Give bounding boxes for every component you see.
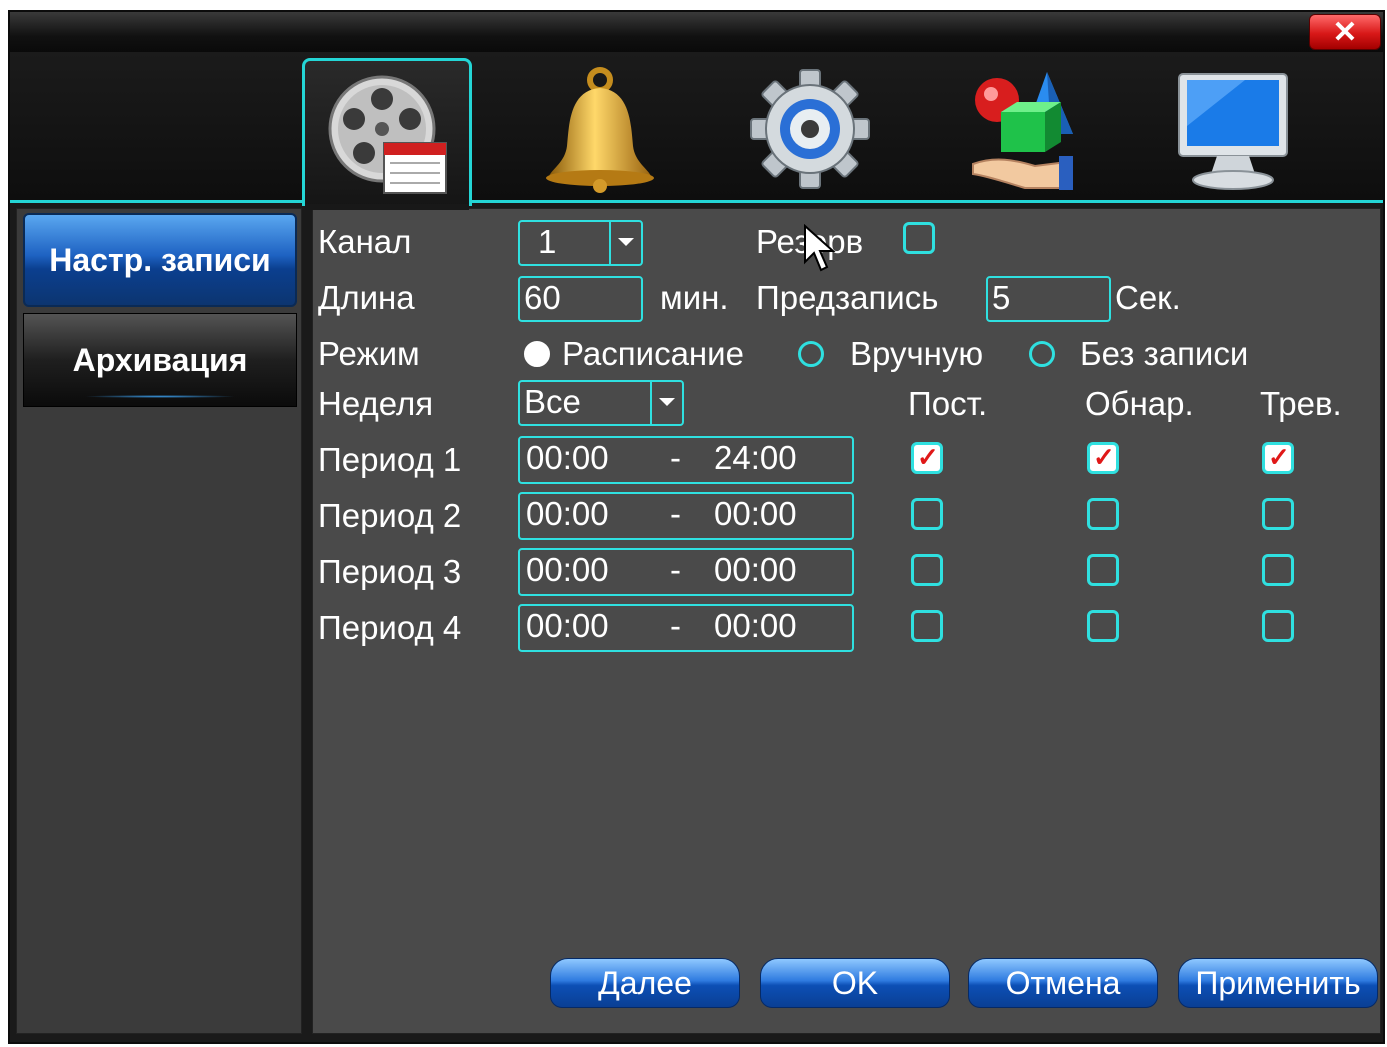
ok-button[interactable]: OK: [760, 958, 950, 1008]
tab-bar: [10, 52, 1383, 210]
bell-icon: [546, 67, 654, 193]
close-icon: ✕: [1332, 15, 1358, 49]
shapes-icon: [972, 72, 1073, 190]
period-start: 00:00: [526, 607, 609, 644]
apply-button[interactable]: Применить: [1178, 958, 1378, 1008]
mode-off-label: Без записи: [1080, 335, 1249, 372]
next-button[interactable]: Далее: [550, 958, 740, 1008]
period-4-label: Период 4: [318, 609, 462, 646]
period-2-alarm-checkbox[interactable]: [1262, 498, 1294, 530]
tab-info[interactable]: [1145, 58, 1315, 200]
period-1-constant-checkbox[interactable]: [911, 442, 943, 474]
mode-schedule-label: Расписание: [562, 335, 744, 372]
mode-label: Режим: [318, 335, 420, 372]
channel-select[interactable]: 1: [518, 220, 643, 266]
prerecord-unit: Сек.: [1115, 279, 1181, 316]
week-label: Неделя: [318, 385, 434, 422]
sidebar-item-record-settings[interactable]: Настр. записи: [23, 213, 297, 307]
tab-advanced[interactable]: [935, 58, 1105, 200]
period-1-detect-checkbox[interactable]: [1087, 442, 1119, 474]
period-end: 00:00: [714, 495, 797, 532]
title-bar: ✕: [10, 12, 1383, 52]
period-start: 00:00: [526, 551, 609, 588]
sidebar-item-backup[interactable]: Архивация: [23, 313, 297, 407]
sidebar-item-label: Архивация: [72, 341, 248, 378]
mode-schedule-radio[interactable]: [524, 341, 550, 367]
sidebar-item-label: Настр. записи: [49, 241, 271, 278]
length-label: Длина: [318, 279, 415, 316]
mode-manual-label: Вручную: [850, 335, 984, 372]
cancel-button[interactable]: Отмена: [968, 958, 1158, 1008]
period-end: 24:00: [714, 439, 797, 476]
period-end: 00:00: [714, 607, 797, 644]
period-1-label: Период 1: [318, 441, 462, 478]
period-3-detect-checkbox[interactable]: [1087, 554, 1119, 586]
period-3-alarm-checkbox[interactable]: [1262, 554, 1294, 586]
period-2-time[interactable]: 00:00 - 00:00: [518, 492, 854, 540]
period-2-label: Период 2: [318, 497, 462, 534]
col-alarm: Трев.: [1260, 385, 1342, 422]
period-end: 00:00: [714, 551, 797, 588]
tab-system[interactable]: [725, 58, 895, 200]
col-constant: Пост.: [908, 385, 988, 422]
period-separator: -: [670, 439, 681, 476]
mode-off-radio[interactable]: [1029, 341, 1055, 367]
period-4-detect-checkbox[interactable]: [1087, 610, 1119, 642]
chevron-down-icon[interactable]: [650, 382, 682, 424]
period-3-constant-checkbox[interactable]: [911, 554, 943, 586]
period-4-constant-checkbox[interactable]: [911, 610, 943, 642]
week-value: Все: [524, 383, 581, 420]
reserve-checkbox[interactable]: [903, 222, 935, 254]
period-3-label: Период 3: [318, 553, 462, 590]
chevron-down-icon[interactable]: [609, 222, 641, 264]
period-4-time[interactable]: 00:00 - 00:00: [518, 604, 854, 652]
period-separator: -: [670, 495, 681, 532]
week-select[interactable]: Все: [518, 380, 684, 426]
length-input[interactable]: 60: [518, 276, 643, 322]
period-separator: -: [670, 607, 681, 644]
prerecord-input[interactable]: 5: [986, 276, 1111, 322]
gear-icon: [750, 69, 870, 189]
close-button[interactable]: ✕: [1309, 14, 1381, 50]
monitor-icon: [1178, 73, 1288, 190]
prerecord-label: Предзапись: [756, 279, 939, 316]
period-1-alarm-checkbox[interactable]: [1262, 442, 1294, 474]
period-1-time[interactable]: 00:00 - 24:00: [518, 436, 854, 484]
period-3-time[interactable]: 00:00 - 00:00: [518, 548, 854, 596]
col-detect: Обнар.: [1085, 385, 1194, 422]
mode-manual-radio[interactable]: [798, 341, 824, 367]
period-start: 00:00: [526, 495, 609, 532]
length-unit: мин.: [660, 279, 729, 316]
tab-record[interactable]: [302, 58, 472, 210]
tab-alarm[interactable]: [515, 58, 685, 200]
selection-glow: [84, 395, 236, 398]
period-4-alarm-checkbox[interactable]: [1262, 610, 1294, 642]
period-start: 00:00: [526, 439, 609, 476]
sidebar: Настр. записи Архивация: [16, 208, 302, 1034]
mouse-cursor-icon: [804, 224, 836, 272]
film-reel-icon: [328, 75, 447, 194]
channel-value: 1: [538, 223, 557, 260]
period-separator: -: [670, 551, 681, 588]
channel-label: Канал: [318, 223, 412, 260]
period-2-detect-checkbox[interactable]: [1087, 498, 1119, 530]
period-2-constant-checkbox[interactable]: [911, 498, 943, 530]
